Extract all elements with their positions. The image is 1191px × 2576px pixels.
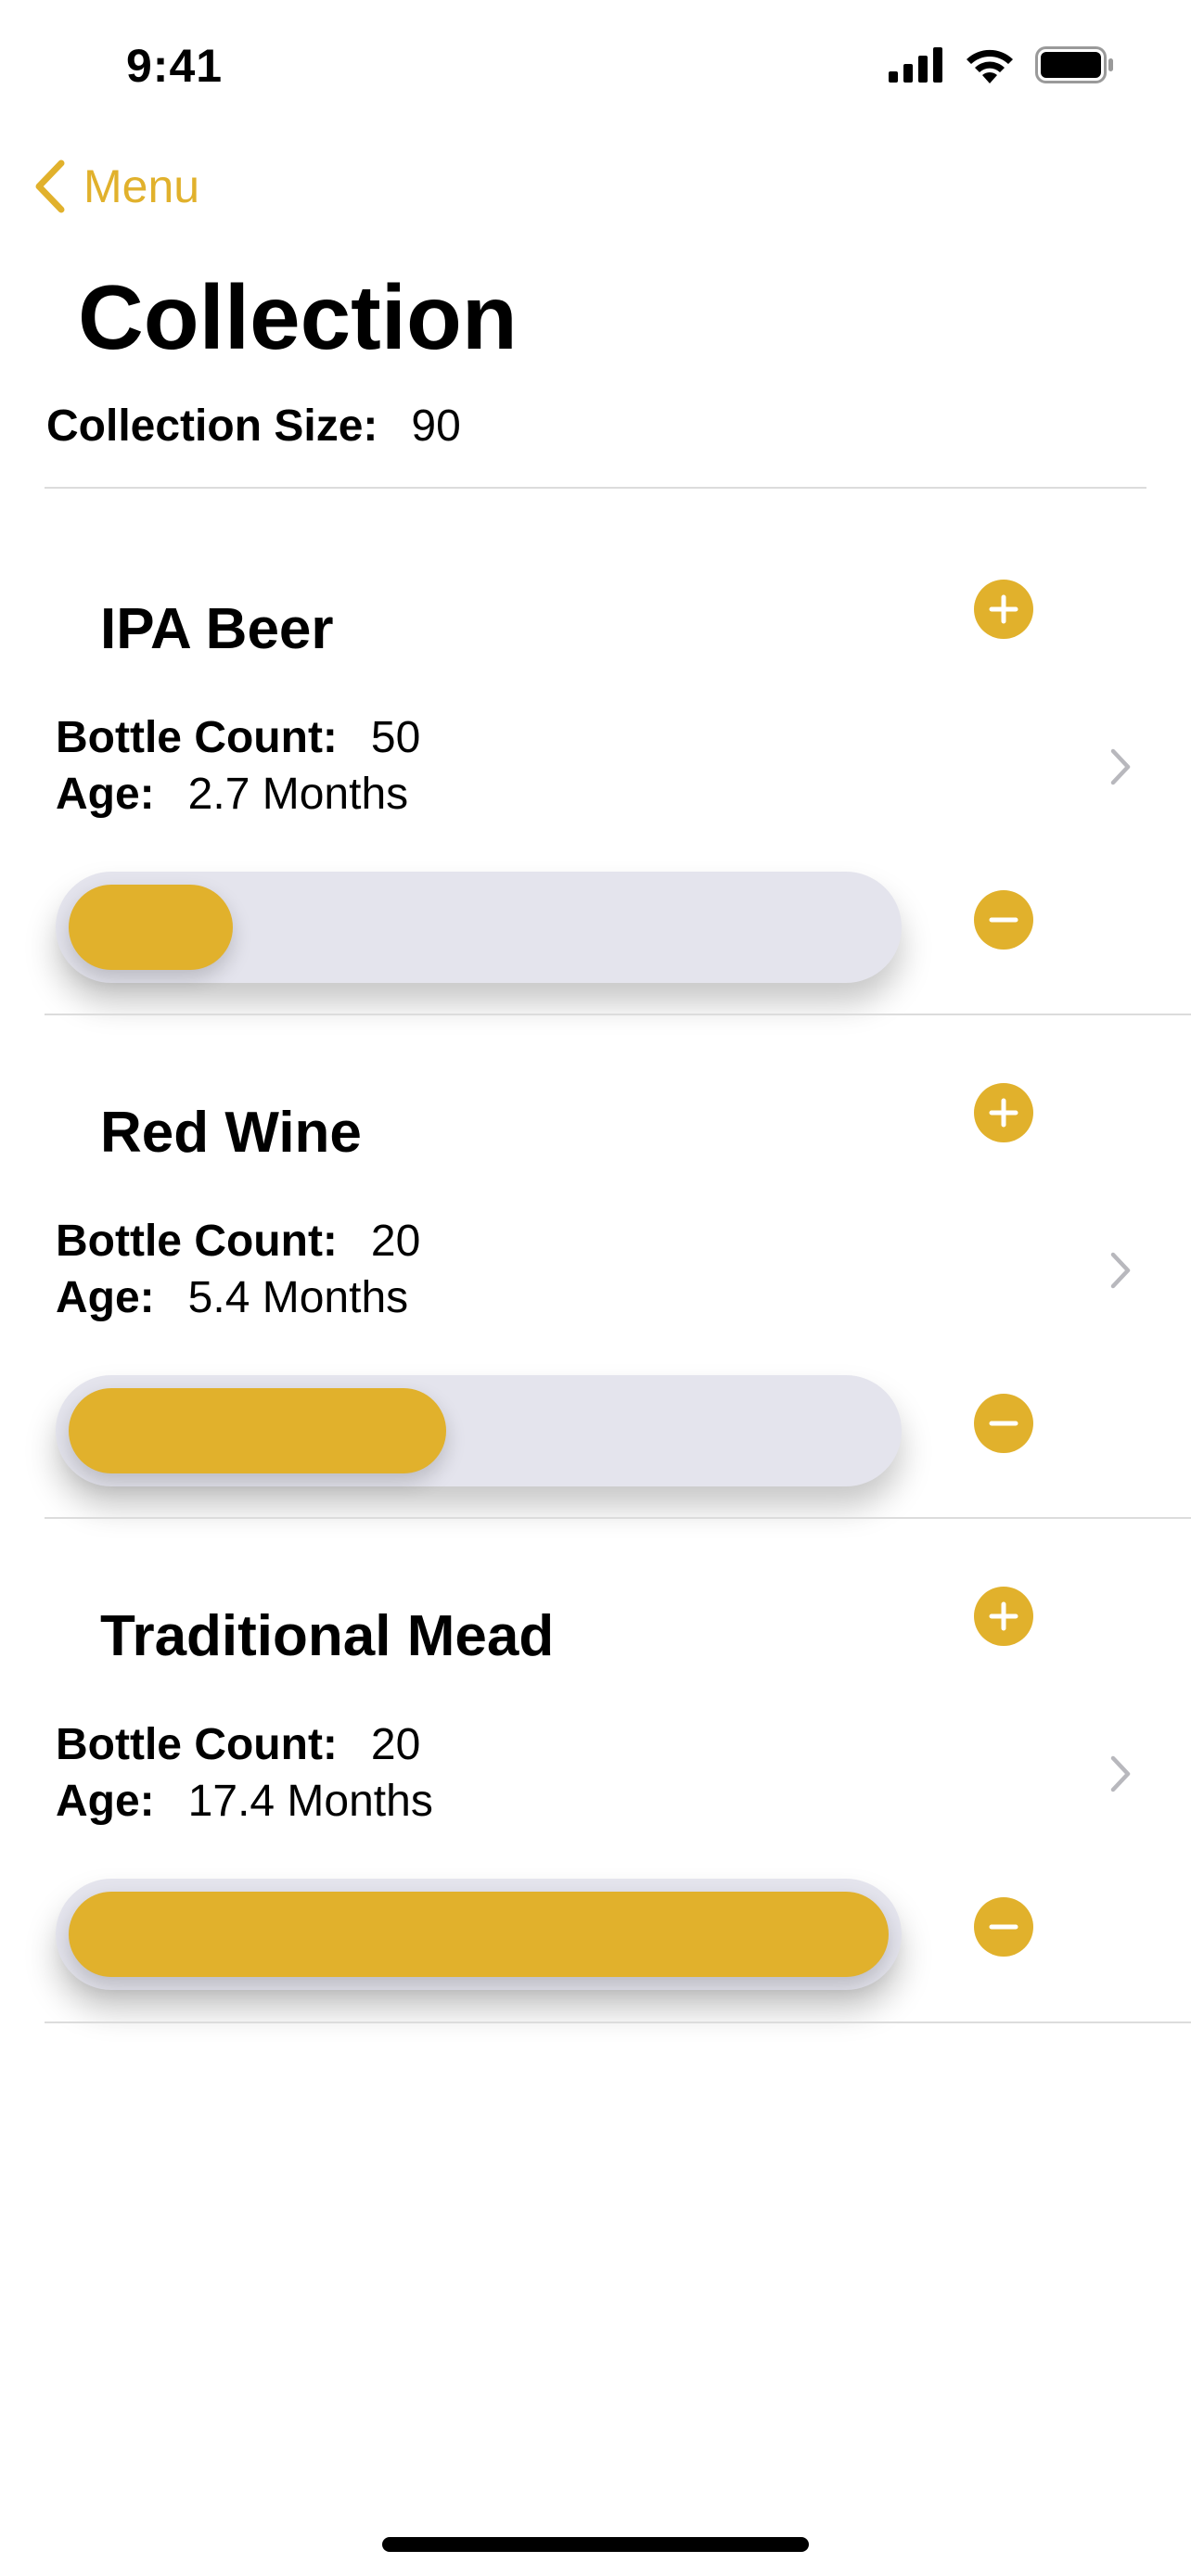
item-name: IPA Beer: [100, 597, 334, 661]
age-label: Age:: [56, 1777, 155, 1826]
section-divider: [45, 2021, 1191, 2023]
minus-icon: [989, 1421, 1018, 1426]
age-progress-track: [56, 1879, 902, 1990]
status-bar: 9:41: [0, 0, 1191, 139]
bottle-count-value: 20: [370, 1217, 421, 1266]
age-row: Age: 17.4 Months: [56, 1776, 433, 1827]
age-label: Age:: [56, 1273, 155, 1322]
bottle-count-row: Bottle Count: 20: [56, 1719, 420, 1770]
age-label: Age:: [56, 770, 155, 819]
collection-item: Traditional Mead Bottle Count: 20 Age: 1…: [0, 1515, 1191, 2021]
remove-bottle-button[interactable]: [974, 1897, 1033, 1957]
bottle-count-row: Bottle Count: 20: [56, 1216, 420, 1267]
bottle-count-value: 20: [370, 1720, 421, 1769]
wifi-icon: [967, 49, 1013, 83]
status-time: 9:41: [126, 40, 224, 92]
age-progress-fill: [69, 1892, 889, 1977]
collection-size-value: 90: [411, 402, 461, 451]
bottle-count-label: Bottle Count:: [56, 713, 338, 762]
plus-icon: [989, 1098, 1018, 1128]
chevron-left-icon: [35, 159, 65, 213]
bottle-count-label: Bottle Count:: [56, 1720, 338, 1769]
collection-size-label: Collection Size:: [46, 402, 378, 451]
age-row: Age: 5.4 Months: [56, 1272, 408, 1323]
remove-bottle-button[interactable]: [974, 1394, 1033, 1453]
bottle-count-label: Bottle Count:: [56, 1217, 338, 1266]
status-icons: [889, 46, 1115, 83]
age-progress-fill: [69, 1388, 446, 1473]
battery-icon: [1035, 46, 1113, 83]
item-name: Red Wine: [100, 1101, 362, 1165]
remove-bottle-button[interactable]: [974, 890, 1033, 950]
bottle-count-row: Bottle Count: 50: [56, 712, 420, 763]
collection-summary: Collection Size: 90: [46, 401, 461, 452]
add-bottle-button[interactable]: [974, 1083, 1033, 1142]
collection-item: IPA Beer Bottle Count: 50 Age: 2.7 Month…: [0, 508, 1191, 1014]
home-indicator: [382, 2537, 809, 2552]
plus-icon: [989, 1601, 1018, 1631]
age-progress-fill: [69, 885, 233, 970]
add-bottle-button[interactable]: [974, 580, 1033, 639]
cellular-signal-icon: [889, 47, 942, 83]
minus-icon: [989, 917, 1018, 923]
age-progress-track: [56, 1375, 902, 1486]
collection-item: Red Wine Bottle Count: 20 Age: 5.4 Month…: [0, 1012, 1191, 1517]
back-button[interactable]: Menu: [33, 159, 199, 213]
back-label: Menu: [83, 160, 200, 212]
page-title: Collection: [78, 266, 518, 368]
header-divider: [45, 487, 1146, 489]
item-name: Traditional Mead: [100, 1604, 555, 1668]
age-progress-track: [56, 872, 902, 983]
chevron-right-icon[interactable]: [1109, 1251, 1132, 1290]
age-value: 17.4 Months: [187, 1777, 433, 1826]
age-row: Age: 2.7 Months: [56, 769, 408, 820]
chevron-right-icon[interactable]: [1109, 1754, 1132, 1793]
add-bottle-button[interactable]: [974, 1587, 1033, 1646]
plus-icon: [989, 594, 1018, 624]
chevron-right-icon[interactable]: [1109, 747, 1132, 786]
age-value: 5.4 Months: [187, 1273, 409, 1322]
minus-icon: [989, 1924, 1018, 1930]
age-value: 2.7 Months: [187, 770, 409, 819]
bottle-count-value: 50: [370, 713, 421, 762]
